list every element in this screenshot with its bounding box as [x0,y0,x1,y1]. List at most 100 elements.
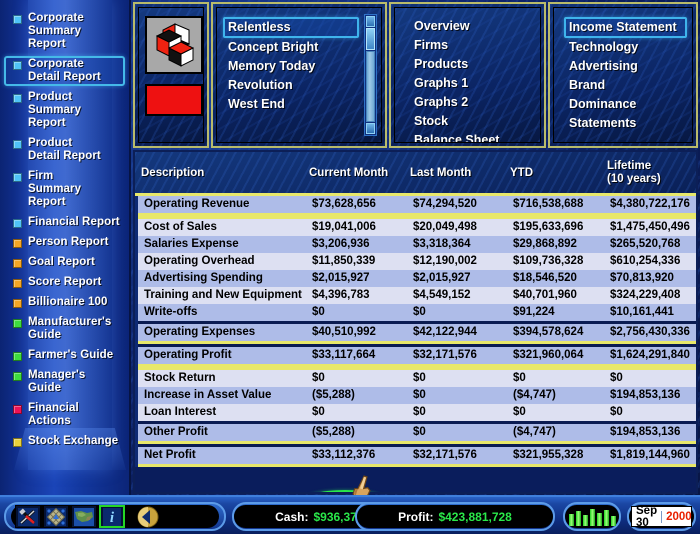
nav-item-statements[interactable]: Statements [564,114,687,133]
city-map-icon[interactable] [43,505,69,528]
primary-nav-panel: Overview Firms Products Graphs 1 Graphs 2 Sto… [389,2,546,148]
back-arrow-icon[interactable] [135,505,161,528]
nav-item-balance-sheet[interactable]: Balance Sheet [409,131,535,142]
cell-lt: $610,254,336 [610,255,681,267]
table-row[interactable]: Operating Overhead $11,850,339 $12,190,002… [135,253,696,270]
nav-item-products[interactable]: Products [409,55,535,74]
table-row[interactable]: Operating Expenses $40,510,992 $42,122,944… [135,324,696,341]
nav-item-graphs-2[interactable]: Graphs 2 [409,93,535,112]
cell-cm: $0 [312,306,325,318]
sidebar-item-goal-report[interactable]: Goal Report [4,254,125,271]
firms-list-panel: Relentless Concept Bright Memory Today Revo… [211,2,387,148]
sidebar-item-firm-summary-report[interactable]: Firm Summary Report [4,168,125,211]
cell-ytd: ($4,747) [513,426,556,438]
sidebar-item-label: Farmer's Guide [28,349,114,361]
cell-lt: $265,520,768 [610,238,681,250]
table-row[interactable]: Loan Interest $0 $0 $0 $0 [135,404,696,421]
firms-scrollbar[interactable] [364,14,377,136]
nav-item-brand[interactable]: Brand [564,76,687,95]
sidebar-item-score-report[interactable]: Score Report [4,274,125,291]
firm-option-concept-bright[interactable]: Concept Bright [223,38,359,57]
sidebar-item-financial-actions[interactable]: Financial Actions [4,400,125,430]
sidebar-item-label: Goal Report [28,256,95,268]
scroll-down-button[interactable] [366,123,375,134]
nav-item-technology[interactable]: Technology [564,38,687,57]
sidebar-item-label: Product Detail Report [28,137,101,162]
scrollbar-thumb[interactable] [366,28,375,50]
cell-lm: $3,318,364 [413,238,471,250]
scroll-up-button[interactable] [366,16,375,27]
sidebar-item-financial-report[interactable]: Financial Report [4,214,125,231]
world-map-icon[interactable] [71,505,97,528]
firm-option-relentless[interactable]: Relentless [223,17,359,38]
performance-meter[interactable] [563,502,621,531]
table-header: Description Current Month Last Month YTD… [135,152,696,196]
nav-item-firms[interactable]: Firms [409,36,535,55]
table-row[interactable]: Training and New Equipment $4,396,783 $4,5… [135,287,696,304]
sidebar-bullet-icon [13,405,22,414]
sidebar-item-stock-exchange[interactable]: Stock Exchange [4,433,125,450]
table-row[interactable]: Write-offs $0 $0 $91,224 $10,161,441 [135,304,696,321]
table-row[interactable]: Cost of Sales $19,041,006 $20,049,498 $195,… [135,219,696,236]
sidebar-bullet-icon [13,15,22,24]
nav-item-overview[interactable]: Overview [409,17,535,36]
cell-ytd: $0 [513,372,526,384]
firm-option-memory-today[interactable]: Memory Today [223,57,359,76]
nav-item-graphs-1[interactable]: Graphs 1 [409,74,535,93]
nav-item-dominance[interactable]: Dominance [564,95,687,114]
cell-lt: $4,380,722,176 [610,198,690,210]
table-row[interactable]: Salaries Expense $3,206,936 $3,318,364 $29,… [135,236,696,253]
cell-lm: $0 [413,389,426,401]
sidebar-item-label: Manager's Guide [28,369,86,394]
table-row[interactable]: Increase in Asset Value ($5,288) $0 ($4,747… [135,387,696,404]
firm-option-revolution[interactable]: Revolution [223,76,359,95]
cell-lm: $4,549,152 [413,289,471,301]
sidebar-item-manufacturers-guide[interactable]: Manufacturer's Guide [4,314,125,344]
sidebar-bullet-icon [13,372,22,381]
sidebar-item-label: Manufacturer's Guide [28,316,112,341]
meter-bar [603,510,609,526]
cell-desc: Write-offs [144,306,198,318]
scrollbar-track[interactable] [366,51,375,122]
table-row[interactable]: Net Profit $33,112,376 $32,171,576 $321,955… [135,447,696,464]
cell-desc: Operating Expenses [144,326,256,338]
tools-icon[interactable] [15,505,41,528]
table-row[interactable]: Operating Revenue $73,628,656 $74,294,520 $… [135,196,696,213]
sidebar-item-billionaire-100[interactable]: Billionaire 100 [4,294,125,311]
firms-list: Relentless Concept Bright Memory Today Revo… [223,17,359,114]
sidebar-item-corporate-detail-report[interactable]: Corporate Detail Report [4,56,125,86]
cell-lm: $74,294,520 [413,198,477,210]
sidebar-item-product-detail-report[interactable]: Product Detail Report [4,135,125,165]
nav-item-income-statement[interactable]: Income Statement [564,17,687,38]
table-row[interactable]: Advertising Spending $2,015,927 $2,015,927… [135,270,696,287]
cell-desc: Advertising Spending [144,272,263,284]
sidebar-item-corporate-summary-report[interactable]: Corporate Summary Report [4,10,125,53]
firm-option-west-end[interactable]: West End [223,95,359,114]
table-row[interactable]: Operating Profit $33,117,664 $32,171,576 $3… [135,347,696,364]
cell-cm: $19,041,006 [312,221,376,233]
cell-lt: $324,229,408 [610,289,681,301]
info-icon[interactable]: i [99,505,125,528]
table-row[interactable]: Other Profit ($5,288) $0 ($4,747) $194,853,1… [135,424,696,441]
meter-bar [589,509,595,526]
cell-lt: $194,853,136 [610,389,681,401]
sidebar-bullet-icon [13,352,22,361]
sidebar-item-product-summary-report[interactable]: Product Summary Report [4,89,125,132]
sidebar-item-person-report[interactable]: Person Report [4,234,125,251]
cell-cm: $33,117,664 [312,349,376,361]
nav-item-advertising[interactable]: Advertising [564,57,687,76]
lifetime-line-2: (10 years) [607,173,661,185]
cell-ytd: $321,955,328 [513,449,584,461]
sidebar-item-farmers-guide[interactable]: Farmer's Guide [4,347,125,364]
table-row[interactable]: Stock Return $0 $0 $0 $0 [135,370,696,387]
cell-cm: $40,510,992 [312,326,376,338]
column-header-ytd: YTD [510,167,533,179]
nav-item-stock[interactable]: Stock [409,112,535,131]
sidebar-item-managers-guide[interactable]: Manager's Guide [4,367,125,397]
cell-cm: $0 [312,406,325,418]
primary-nav-list: Overview Firms Products Graphs 1 Graphs 2 Sto… [409,17,535,142]
cell-cm: $11,850,339 [312,255,376,267]
cell-desc: Operating Profit [144,349,232,361]
cell-cm: $4,396,783 [312,289,370,301]
cell-cm: $33,112,376 [312,449,376,461]
